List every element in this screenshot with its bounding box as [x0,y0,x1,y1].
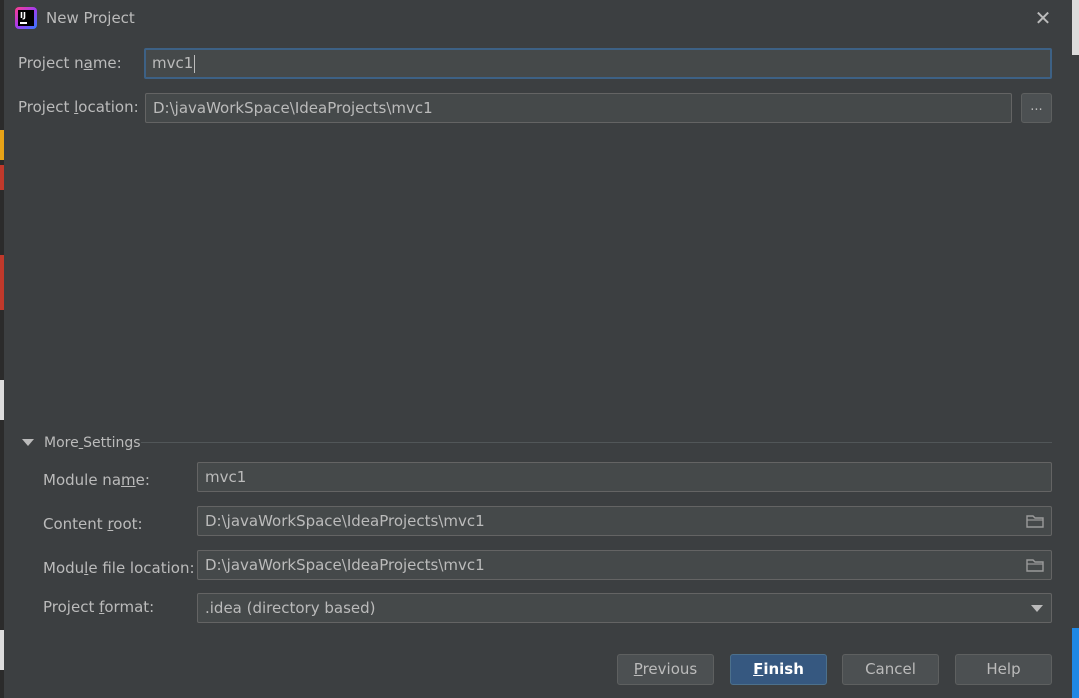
section-divider [141,442,1052,443]
desktop-background-strip-right [1072,0,1079,698]
project-name-label: Project name: [18,54,122,72]
dialog-title: New Project [46,9,135,27]
more-settings-label: More Settings [44,435,141,451]
finish-button[interactable]: Finish [730,654,827,685]
folder-icon[interactable] [1026,514,1044,528]
module-file-location-input[interactable]: D:\javaWorkSpace\IdeaProjects\mvc1 [197,550,1052,580]
project-format-select[interactable]: .idea (directory based) [197,593,1052,623]
close-icon[interactable]: ✕ [1031,6,1055,30]
intellij-app-icon: IJ [15,7,37,29]
project-format-label: Project format: [43,598,155,616]
previous-button[interactable]: Previous [617,654,714,685]
help-button[interactable]: Help [955,654,1052,685]
chevron-down-icon [22,439,34,446]
title-bar: IJ New Project ✕ [4,0,1072,36]
module-file-location-label: Module file location: [43,559,195,577]
content-root-input[interactable]: D:\javaWorkSpace\IdeaProjects\mvc1 [197,506,1052,536]
folder-icon[interactable] [1026,558,1044,572]
cancel-button[interactable]: Cancel [842,654,939,685]
chevron-down-icon [1031,605,1043,612]
desktop-background-strip [0,0,4,698]
project-name-input[interactable]: mvc1 [144,48,1052,79]
content-root-label: Content root: [43,515,143,533]
project-location-label: Project location: [18,98,139,116]
module-name-input[interactable]: mvc1 [197,462,1052,492]
module-name-label: Module name: [43,471,150,489]
browse-location-button[interactable]: ... [1021,93,1052,123]
new-project-dialog: IJ New Project ✕ Project name: mvc1 Proj… [0,0,1079,698]
project-location-input[interactable]: D:\javaWorkSpace\IdeaProjects\mvc1 [145,93,1012,123]
